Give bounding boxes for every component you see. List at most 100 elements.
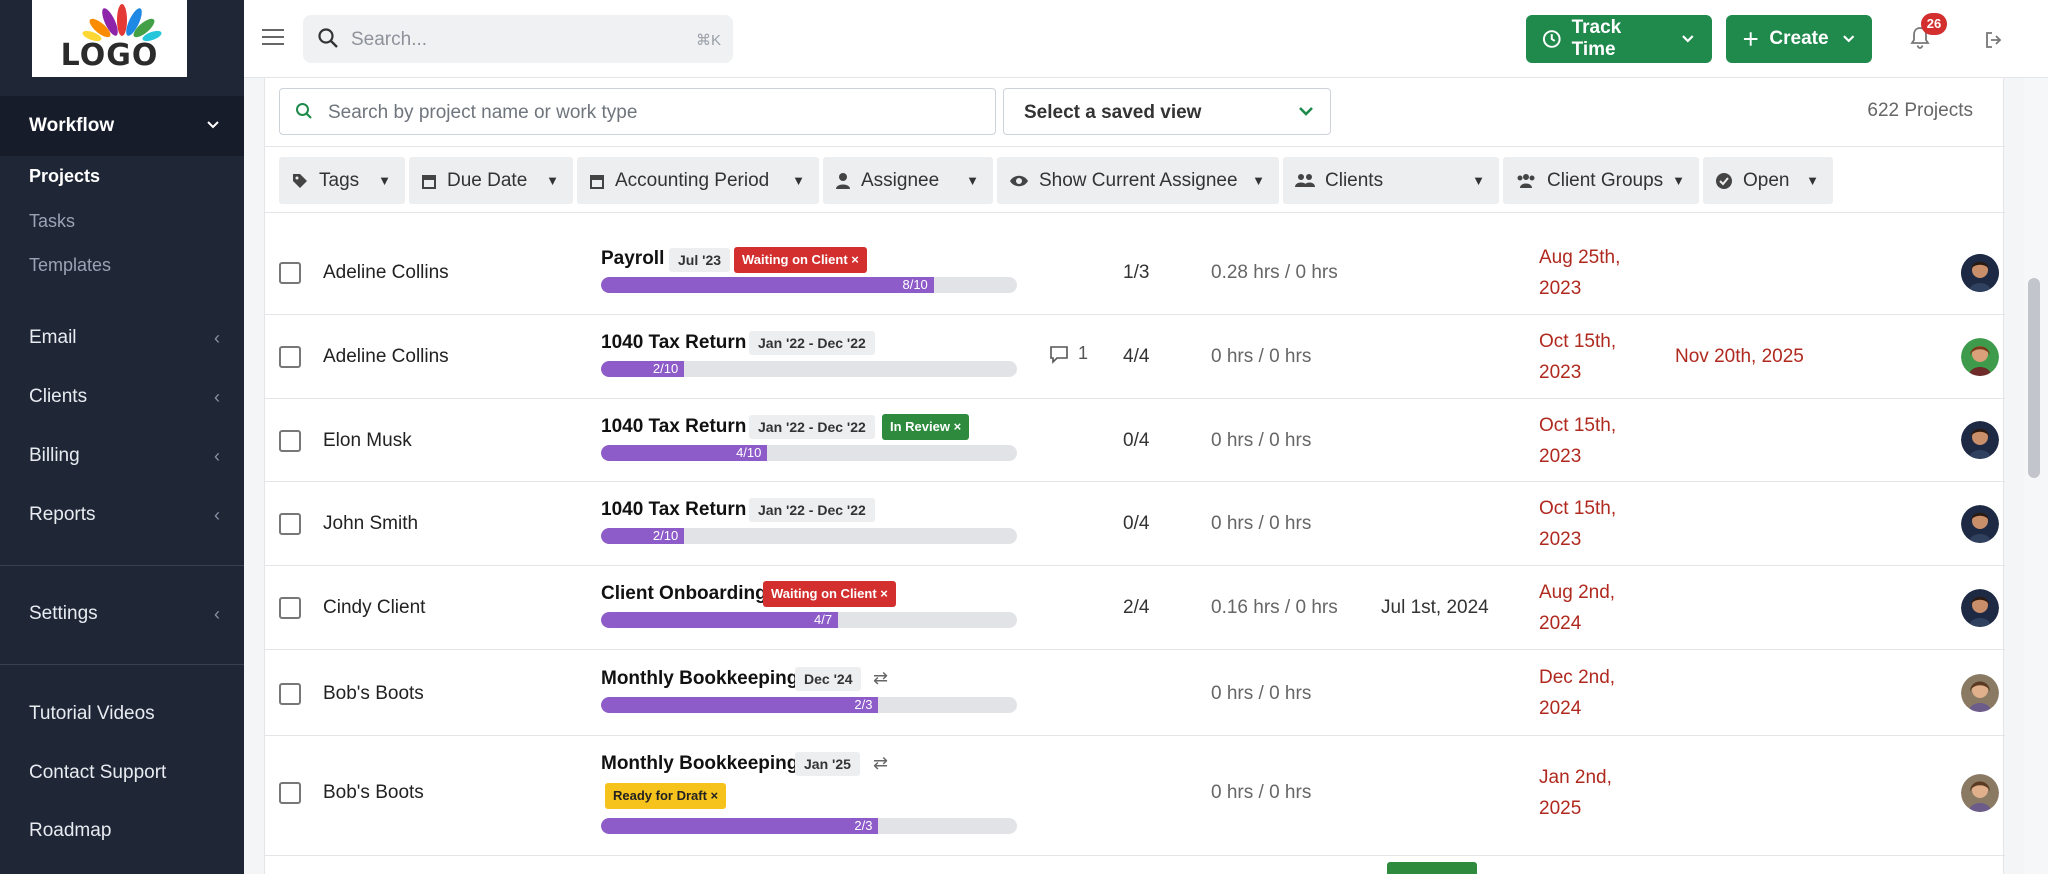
sidebar-item-roadmap[interactable]: Roadmap — [0, 819, 244, 843]
row-hours: 0.16 hrs / 0 hrs — [1211, 597, 1338, 618]
sidebar-item-label: Workflow — [29, 115, 115, 136]
saved-view-select[interactable]: Select a saved view — [1003, 88, 1331, 135]
create-button[interactable]: Create — [1726, 15, 1872, 63]
search-shortcut: ⌘K — [695, 32, 721, 49]
global-search-input[interactable]: Search... ⌘K — [303, 15, 733, 63]
logo[interactable]: LOGO — [32, 0, 187, 77]
table-row[interactable]: Bob's Boots Monthly Bookkeeping Dec '24 … — [265, 650, 2005, 736]
filter-accounting-period[interactable]: Accounting Period ▼ — [577, 157, 819, 204]
assignee-avatar[interactable] — [1961, 254, 1999, 292]
sidebar-item-contact-support[interactable]: Contact Support — [0, 761, 244, 785]
table-row[interactable]: John Smith 1040 Tax Return Jan '22 - Dec… — [265, 482, 2005, 566]
row-project-name[interactable]: 1040 Tax Return — [601, 332, 746, 354]
status-badge[interactable]: Waiting on Client × — [763, 581, 896, 607]
row-due-date: Jan 2nd, 2025 — [1539, 762, 1659, 824]
chevron-down-icon — [1682, 35, 1694, 43]
status-badge[interactable]: In Review × — [882, 414, 970, 440]
row-checkbox[interactable] — [279, 430, 301, 452]
due-date-line: 2023 — [1539, 446, 1582, 467]
filter-assignee[interactable]: Assignee ▼ — [823, 157, 993, 204]
row-tasks: 1/3 — [1123, 262, 1150, 283]
project-count: 622 Projects — [1867, 100, 1973, 121]
caret-down-icon: ▼ — [1472, 173, 1485, 188]
row-client[interactable]: Bob's Boots — [323, 782, 424, 804]
row-client[interactable]: Elon Musk — [323, 430, 412, 452]
row-client[interactable]: John Smith — [323, 513, 418, 535]
filter-label: Due Date — [447, 169, 528, 191]
status-badge[interactable]: Ready for Draft × — [605, 783, 727, 809]
progress-bar: 2/10 — [601, 528, 1017, 544]
filter-label: Assignee — [861, 169, 940, 191]
filter-tags[interactable]: Tags ▼ — [279, 157, 405, 204]
sidebar-item-settings[interactable]: Settings ‹ — [0, 602, 244, 626]
sidebar-item-billing[interactable]: Billing ‹ — [0, 444, 244, 468]
assignee-avatar[interactable] — [1961, 421, 1999, 459]
row-checkbox[interactable] — [279, 513, 301, 535]
sidebar-item-workflow[interactable]: Workflow — [0, 96, 244, 156]
filter-clients[interactable]: Clients ▼ — [1283, 157, 1499, 204]
assignee-avatar[interactable] — [1961, 589, 1999, 627]
row-project-name[interactable]: Payroll — [601, 248, 664, 270]
row-project-name[interactable]: Client Onboarding — [601, 583, 767, 605]
scrollbar-thumb[interactable] — [2028, 278, 2040, 478]
due-date-line: Aug 25th, — [1539, 247, 1621, 268]
filter-due-date[interactable]: Due Date ▼ — [409, 157, 573, 204]
hamburger-menu-icon[interactable] — [262, 29, 284, 50]
sidebar-item-reports[interactable]: Reports ‹ — [0, 503, 244, 527]
row-client[interactable]: Cindy Client — [323, 597, 425, 619]
due-date-line: Oct 15th, — [1539, 498, 1617, 519]
row-checkbox[interactable] — [279, 346, 301, 368]
row-checkbox[interactable] — [279, 597, 301, 619]
row-project-name[interactable]: Monthly Bookkeeping — [601, 668, 798, 690]
row-client[interactable]: Adeline Collins — [323, 262, 449, 284]
row-project-name[interactable]: 1040 Tax Return — [601, 499, 746, 521]
status-badge[interactable]: Waiting on Client × — [734, 247, 867, 273]
filter-open[interactable]: Open ▼ — [1703, 157, 1833, 204]
progress-bar: 4/7 — [601, 612, 1017, 628]
table-row[interactable]: Cindy Client Client Onboarding Waiting o… — [265, 566, 2005, 650]
filter-show-current-assignee[interactable]: Show Current Assignee ▼ — [997, 157, 1279, 204]
user-icon — [835, 172, 851, 190]
row-project-name[interactable]: Monthly Bookkeeping — [601, 753, 798, 775]
sidebar-subitem-tasks[interactable]: Tasks — [29, 211, 75, 232]
assignee-avatar[interactable] — [1961, 338, 1999, 376]
assignee-avatar[interactable] — [1961, 674, 1999, 712]
caret-down-icon: ▼ — [1806, 173, 1819, 188]
filter-label: Show Current Assignee — [1039, 169, 1238, 191]
sidebar-subitem-projects[interactable]: Projects — [29, 166, 100, 187]
track-time-button[interactable]: Track Time — [1526, 15, 1712, 63]
filter-label: Open — [1743, 169, 1790, 191]
filter-label: Tags — [319, 169, 360, 191]
row-hours: 0 hrs / 0 hrs — [1211, 430, 1312, 451]
row-checkbox[interactable] — [279, 683, 301, 705]
row-hours: 0 hrs / 0 hrs — [1211, 346, 1312, 367]
table-row[interactable]: Adeline Collins Payroll Jul '23 Waiting … — [265, 232, 2005, 315]
project-search-input[interactable]: Search by project name or work type — [279, 88, 996, 135]
table-row[interactable]: Elon Musk 1040 Tax Return Jan '22 - Dec … — [265, 399, 2005, 482]
row-checkbox[interactable] — [279, 262, 301, 284]
table-row[interactable]: Bob's Boots Monthly Bookkeeping Jan '25 … — [265, 736, 2005, 856]
filter-client-groups[interactable]: Client Groups ▼ — [1503, 157, 1699, 204]
group-icon — [1515, 173, 1537, 189]
due-date-line: Oct 15th, — [1539, 331, 1617, 352]
sidebar-subitem-templates[interactable]: Templates — [29, 255, 111, 276]
chevron-left-icon: ‹ — [214, 504, 220, 525]
repeat-icon: ⇄ — [873, 753, 889, 773]
row-client[interactable]: Adeline Collins — [323, 346, 449, 368]
row-hours: 0 hrs / 0 hrs — [1211, 513, 1312, 534]
logout-icon[interactable] — [1984, 30, 2004, 50]
chevron-left-icon: ‹ — [214, 603, 220, 624]
comment-count[interactable]: 1 — [1048, 343, 1088, 364]
assignee-avatar[interactable] — [1961, 774, 1999, 812]
row-due-date: Oct 15th, 2023 — [1539, 326, 1659, 388]
sidebar-item-email[interactable]: Email ‹ — [0, 326, 244, 350]
table-row[interactable]: Adeline Collins 1040 Tax Return Jan '22 … — [265, 315, 2005, 399]
sidebar-item-tutorial-videos[interactable]: Tutorial Videos — [0, 702, 244, 726]
progress-fill: 8/10 — [601, 277, 934, 293]
chevron-left-icon: ‹ — [214, 327, 220, 348]
assignee-avatar[interactable] — [1961, 505, 1999, 543]
row-checkbox[interactable] — [279, 782, 301, 804]
row-project-name[interactable]: 1040 Tax Return — [601, 416, 746, 438]
row-client[interactable]: Bob's Boots — [323, 683, 424, 705]
sidebar-item-clients[interactable]: Clients ‹ — [0, 385, 244, 409]
